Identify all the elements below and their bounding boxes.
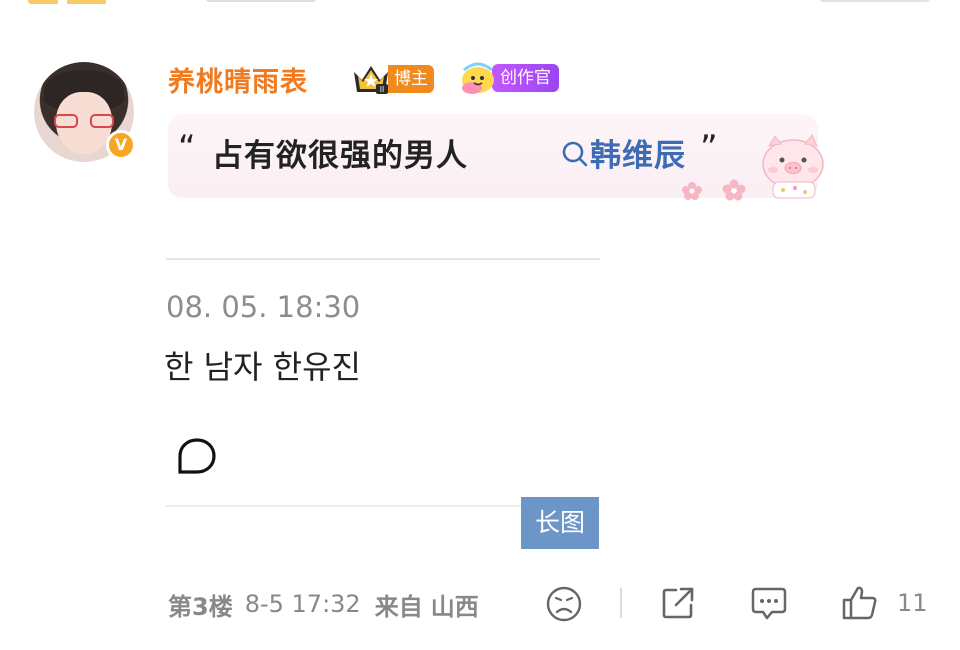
- location: 山西: [430, 592, 479, 621]
- comment-text: 占有欲很强的男人: [212, 138, 468, 174]
- long-image-label[interactable]: 长图: [521, 497, 599, 549]
- thumbs-up-icon[interactable]: [840, 584, 878, 622]
- search-topic-name: 韩维辰: [590, 138, 686, 174]
- image-date: 08. 05. 18:30: [166, 290, 361, 324]
- pig-sticker-icon: [762, 134, 824, 199]
- blogger-badge-label: 博主: [388, 65, 434, 93]
- cut-off-header: [0, 0, 960, 4]
- avatar[interactable]: V: [34, 62, 136, 162]
- like-count: 11: [897, 589, 928, 617]
- open-quote: “: [178, 128, 196, 168]
- share-icon[interactable]: [660, 585, 696, 621]
- floor-number: 第3楼: [168, 592, 233, 621]
- image-text-line: 한 남자 한유진: [164, 348, 361, 386]
- from-label: 来自: [374, 592, 423, 621]
- creator-mascot-icon: [462, 62, 494, 94]
- verified-v-icon: V: [106, 130, 136, 160]
- crown-icon: II: [354, 66, 388, 94]
- blogger-badge[interactable]: II 博主: [350, 62, 434, 96]
- action-divider: [620, 588, 622, 618]
- image-card-top-divider: [166, 258, 600, 260]
- creator-badge[interactable]: 创作官: [458, 60, 559, 96]
- search-icon: [562, 141, 588, 166]
- search-topic-link[interactable]: 韩维辰: [560, 130, 686, 175]
- creator-badge-label: 创作官: [492, 64, 559, 92]
- close-quote: ”: [700, 128, 718, 168]
- speech-bubble-icon: [178, 438, 216, 474]
- svg-text:II: II: [380, 85, 384, 94]
- comment-time: 8-5 17:32: [244, 590, 361, 618]
- comment-icon[interactable]: [750, 585, 788, 621]
- comment-meta: 第3楼 8-5 17:32 来自 山西: [168, 586, 479, 622]
- username[interactable]: 养桃晴雨表: [168, 60, 308, 99]
- flower-decoration-icon: [682, 179, 746, 201]
- sad-face-icon[interactable]: [545, 585, 583, 623]
